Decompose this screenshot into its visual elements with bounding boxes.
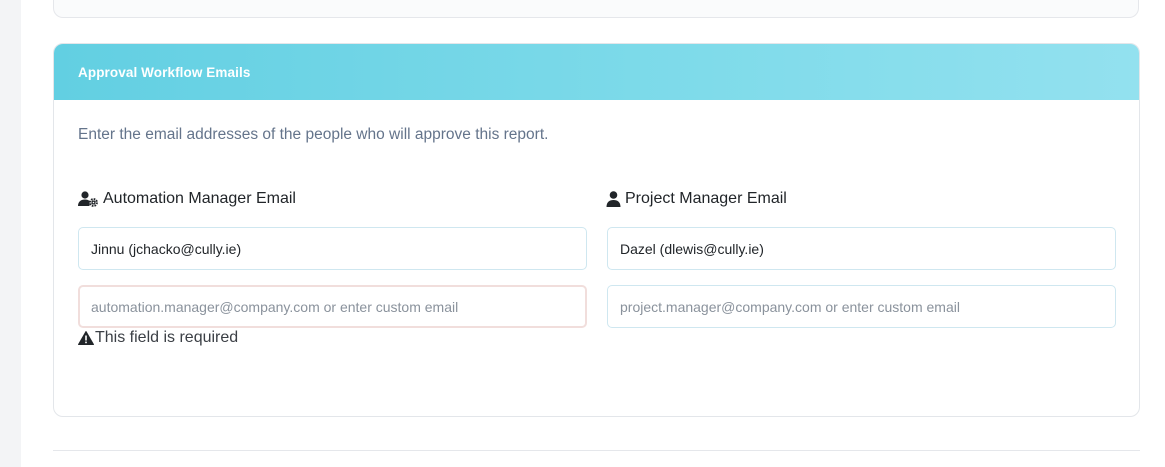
approval-workflow-card: Approval Workflow Emails Enter the email… xyxy=(53,43,1140,417)
user-icon xyxy=(606,191,621,207)
automation-manager-label-text: Automation Manager Email xyxy=(103,190,296,207)
card-title: Approval Workflow Emails xyxy=(78,64,251,80)
automation-manager-select[interactable] xyxy=(78,227,587,270)
project-manager-label: Project Manager Email xyxy=(606,190,787,208)
previous-card xyxy=(53,0,1139,18)
bottom-divider xyxy=(53,450,1140,451)
project-manager-label-text: Project Manager Email xyxy=(625,190,787,207)
automation-manager-error: This field is required xyxy=(78,329,238,347)
user-gear-icon xyxy=(78,191,98,207)
automation-manager-label: Automation Manager Email xyxy=(78,190,296,208)
left-rail xyxy=(0,0,21,467)
project-manager-custom-email-input[interactable] xyxy=(607,285,1116,328)
warning-icon xyxy=(78,331,94,345)
error-text: This field is required xyxy=(95,329,239,346)
intro-text: Enter the email addresses of the people … xyxy=(78,126,549,143)
automation-manager-custom-email-input[interactable] xyxy=(78,285,587,328)
project-manager-select[interactable] xyxy=(607,227,1116,270)
card-header: Approval Workflow Emails xyxy=(54,44,1139,100)
